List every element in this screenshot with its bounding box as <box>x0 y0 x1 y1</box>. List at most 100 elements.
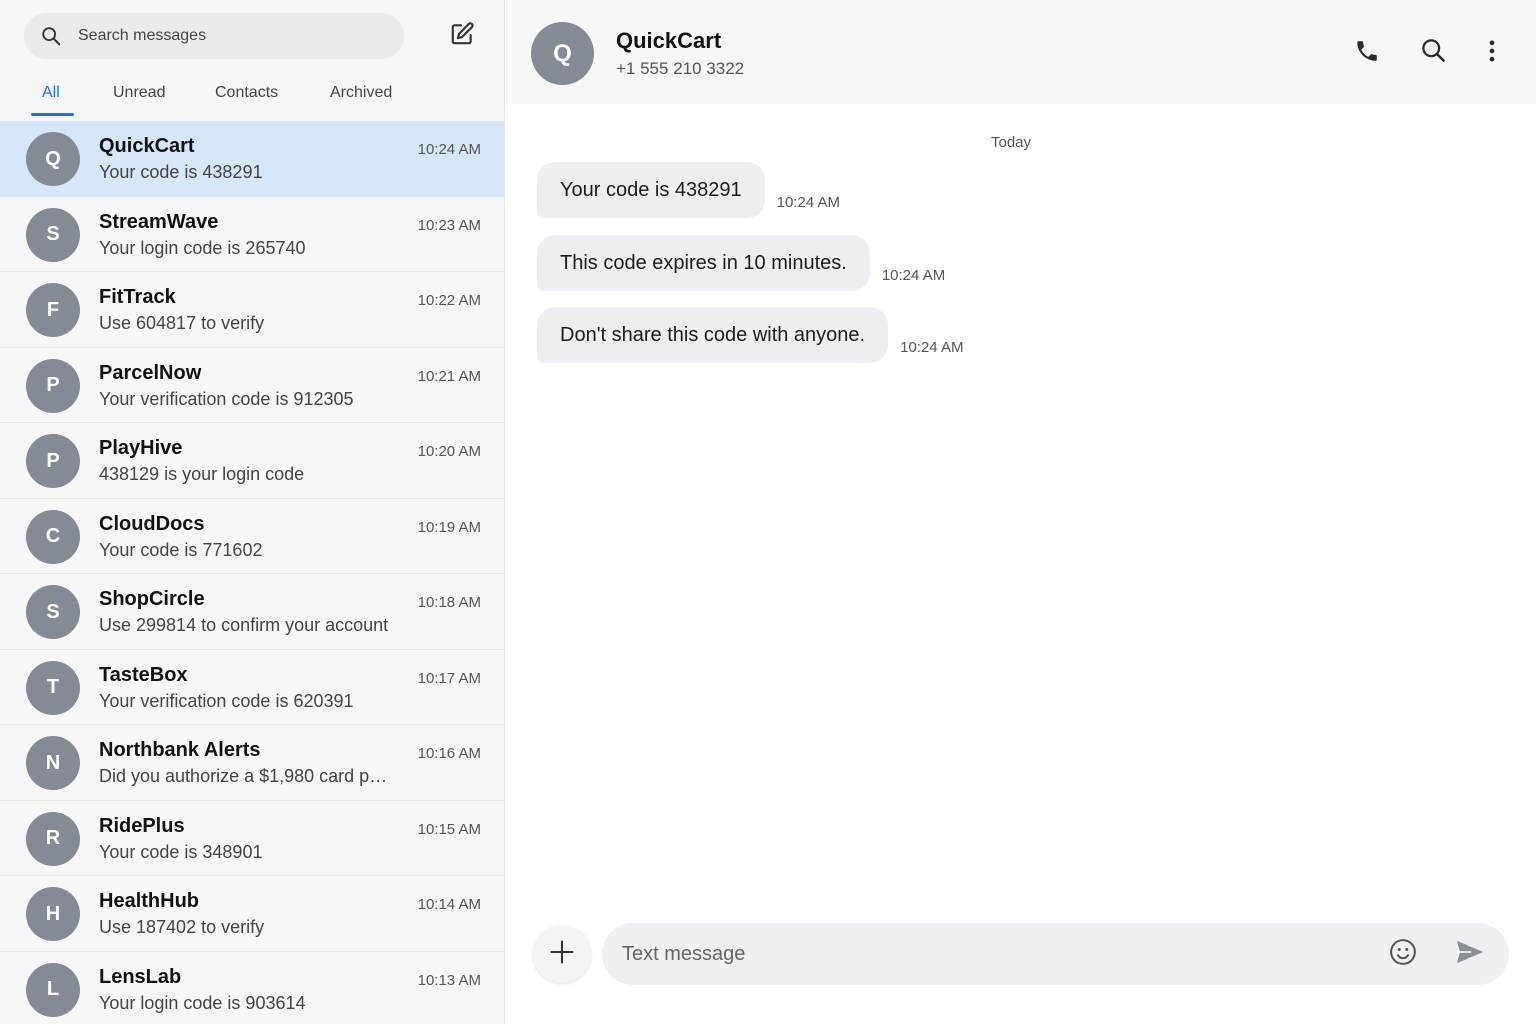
conversation-item-streamwave[interactable]: S StreamWave Your login code is 265740 1… <box>0 197 504 272</box>
conversation-time: 10:17 AM <box>417 669 481 687</box>
message-row: Your code is 438291 10:24 AM <box>537 162 840 218</box>
chat-header: Q QuickCart +1 555 210 3322 <box>506 0 1536 104</box>
conversation-item-fittrack[interactable]: F FitTrack Use 604817 to verify 10:22 AM <box>0 272 504 348</box>
conversation-list: Q QuickCart Your code is 438291 10:24 AM… <box>0 121 504 1024</box>
conversation-time: 10:19 AM <box>417 518 481 536</box>
avatar: Q <box>26 132 80 186</box>
contact-avatar: Q <box>531 22 594 85</box>
avatar: H <box>26 887 80 941</box>
conversation-preview: Your code is 438291 <box>99 162 263 182</box>
avatar: S <box>26 585 80 639</box>
conversation-item-clouddocs[interactable]: C CloudDocs Your code is 771602 10:19 AM <box>0 499 504 574</box>
send-button[interactable] <box>1454 939 1486 969</box>
chat-search-button[interactable] <box>1418 38 1448 68</box>
chat-panel: Q QuickCart +1 555 210 3322 Today Your c… <box>506 0 1536 1024</box>
conversation-preview: Your verification code is 620391 <box>99 690 354 711</box>
conversation-name: StreamWave <box>99 210 219 233</box>
conversation-name: Northbank Alerts <box>99 739 261 761</box>
avatar: L <box>26 962 80 1017</box>
conversation-time: 10:22 AM <box>417 292 481 309</box>
conversation-name: ShopCircle <box>99 588 205 610</box>
conversation-name: CloudDocs <box>99 512 205 535</box>
conversation-preview: Did you authorize a $1,980 card pur... <box>99 766 389 786</box>
conversation-name: LensLab <box>99 965 182 988</box>
conversation-sidebar: Search messages All Unread Contacts Arch… <box>0 0 505 1024</box>
conversation-time: 10:23 AM <box>417 216 481 234</box>
message-composer <box>506 923 1536 985</box>
conversation-preview: Your code is 771602 <box>99 539 263 560</box>
more-options-button[interactable] <box>1477 38 1507 68</box>
message-time: 10:24 AM <box>881 267 946 284</box>
conversation-time: 10:14 AM <box>417 896 481 913</box>
message-bubble: This code expires in 10 minutes. <box>537 235 870 291</box>
conversation-preview: Use 299814 to confirm your account <box>99 615 389 635</box>
message-row: This code expires in 10 minutes. 10:24 A… <box>537 235 945 291</box>
search-icon <box>40 25 62 47</box>
search-bar[interactable]: Search messages <box>24 13 404 59</box>
message-bubble: Your code is 438291 <box>537 162 765 218</box>
avatar: C <box>26 509 80 564</box>
compose-icon <box>449 21 475 52</box>
conversation-time: 10:15 AM <box>417 820 481 838</box>
send-icon <box>1455 938 1485 971</box>
active-tab-indicator <box>31 113 74 116</box>
filter-tabs: All Unread Contacts Archived <box>0 76 504 120</box>
conversation-time: 10:13 AM <box>417 971 481 989</box>
emoji-button[interactable] <box>1388 938 1418 969</box>
message-input[interactable] <box>622 923 1362 985</box>
call-button[interactable] <box>1352 38 1382 68</box>
conversation-preview: Use 604817 to verify <box>99 313 265 333</box>
avatar: P <box>26 434 80 488</box>
conversation-item-playhive[interactable]: P PlayHive 438129 is your login code 10:… <box>0 423 504 499</box>
avatar: T <box>26 660 80 715</box>
conversation-preview: Your login code is 903614 <box>99 992 306 1013</box>
conversation-time: 10:18 AM <box>417 594 481 611</box>
avatar: F <box>26 283 80 337</box>
plus-icon <box>548 938 576 971</box>
message-bubble: Don't share this code with anyone. <box>537 307 889 363</box>
tab-contacts[interactable]: Contacts <box>215 84 278 102</box>
conversation-name: TasteBox <box>99 663 188 686</box>
conversation-time: 10:20 AM <box>417 443 481 460</box>
attach-button[interactable] <box>533 925 591 983</box>
conversation-item-northbank-alerts[interactable]: N Northbank Alerts Did you authorize a $… <box>0 725 504 801</box>
conversation-name: PlayHive <box>99 437 183 459</box>
conversation-preview: 438129 is your login code <box>99 464 305 484</box>
avatar: N <box>26 736 80 790</box>
message-time: 10:24 AM <box>900 339 964 356</box>
conversation-item-rideplus[interactable]: R RidePlus Your code is 348901 10:15 AM <box>0 801 504 876</box>
conversation-item-parcelnow[interactable]: P ParcelNow Your verification code is 91… <box>0 348 504 423</box>
avatar: P <box>26 358 80 413</box>
conversation-preview: Your login code is 265740 <box>99 237 306 258</box>
conversation-item-lenslab[interactable]: L LensLab Your login code is 903614 10:1… <box>0 952 504 1024</box>
conversation-item-tastebox[interactable]: T TasteBox Your verification code is 620… <box>0 650 504 725</box>
conversation-name: FitTrack <box>99 286 176 308</box>
conversation-preview: Your code is 348901 <box>99 841 263 862</box>
contact-phone: +1 555 210 3322 <box>616 59 745 78</box>
more-vertical-icon <box>1479 38 1505 69</box>
conversation-item-shopcircle[interactable]: S ShopCircle Use 299814 to confirm your … <box>0 574 504 650</box>
tab-all[interactable]: All <box>42 84 60 102</box>
conversation-name: HealthHub <box>99 890 199 912</box>
conversation-name: RidePlus <box>99 814 185 837</box>
phone-icon <box>1354 38 1380 69</box>
conversation-preview: Your verification code is 912305 <box>99 388 354 409</box>
conversation-item-quickcart[interactable]: Q QuickCart Your code is 438291 10:24 AM <box>0 121 504 197</box>
message-time: 10:24 AM <box>776 194 841 211</box>
conversation-preview: Use 187402 to verify <box>99 917 265 937</box>
conversation-item-healthhub[interactable]: H HealthHub Use 187402 to verify 10:14 A… <box>0 876 504 952</box>
conversation-time: 10:16 AM <box>417 745 481 762</box>
conversation-name: ParcelNow <box>99 361 202 384</box>
search-input[interactable]: Search messages <box>78 27 206 45</box>
avatar: R <box>26 811 80 866</box>
message-row: Don't share this code with anyone. 10:24… <box>537 307 964 363</box>
contact-name: QuickCart <box>616 28 722 53</box>
compose-button[interactable] <box>446 20 478 52</box>
tab-unread[interactable]: Unread <box>113 84 165 102</box>
tab-archived[interactable]: Archived <box>330 84 392 102</box>
conversation-name: QuickCart <box>99 135 195 157</box>
search-icon <box>1420 37 1447 69</box>
day-separator: Today <box>990 134 1032 151</box>
conversation-time: 10:21 AM <box>417 367 481 385</box>
message-input-container <box>602 923 1509 985</box>
